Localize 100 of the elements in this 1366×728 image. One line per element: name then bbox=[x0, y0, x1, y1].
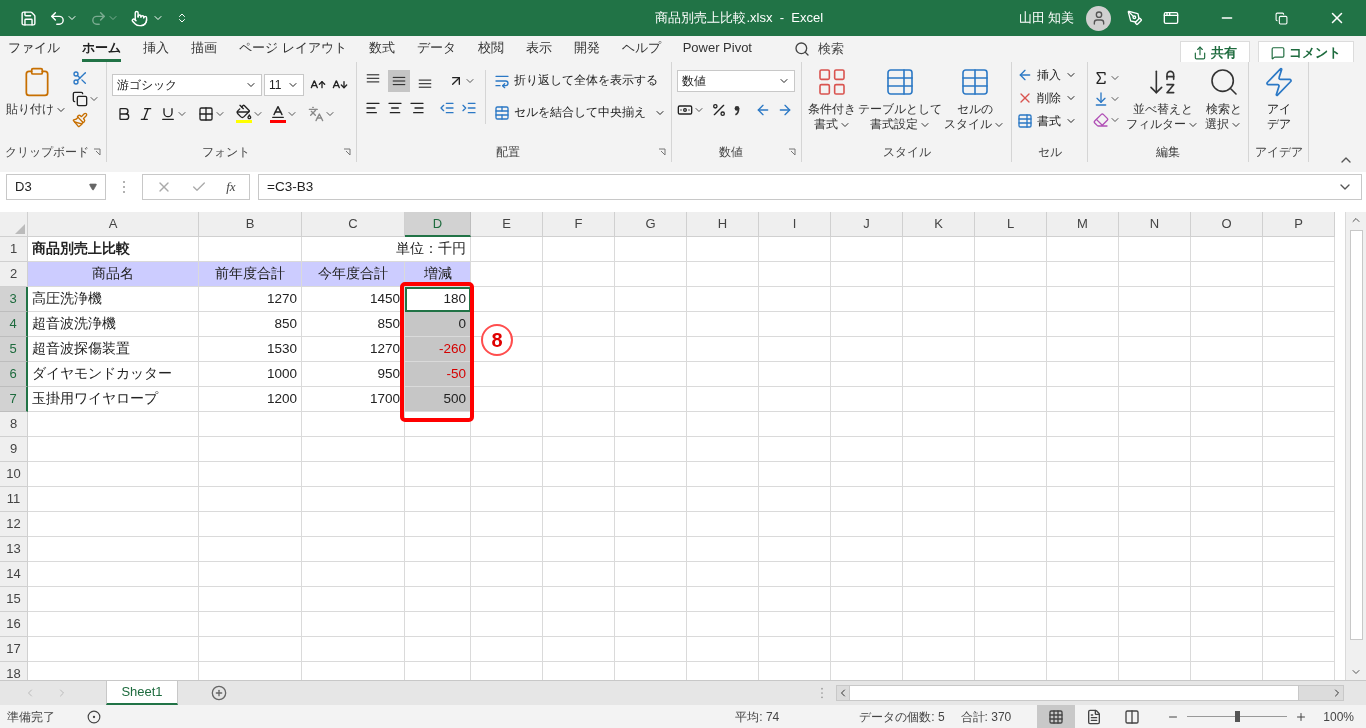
table-cell[interactable] bbox=[975, 337, 1047, 362]
share-button[interactable]: 共有 bbox=[1180, 41, 1250, 65]
table-cell[interactable] bbox=[975, 637, 1047, 662]
ribbon-tab[interactable]: 描画 bbox=[191, 36, 217, 62]
table-cell[interactable] bbox=[975, 312, 1047, 337]
table-cell[interactable] bbox=[28, 512, 199, 537]
table-cell[interactable] bbox=[1263, 512, 1335, 537]
table-cell[interactable] bbox=[687, 512, 759, 537]
table-cell[interactable] bbox=[1191, 537, 1263, 562]
table-cell[interactable] bbox=[903, 312, 975, 337]
table-cell[interactable] bbox=[1191, 462, 1263, 487]
table-cell[interactable] bbox=[903, 512, 975, 537]
row-header[interactable]: 14 bbox=[0, 562, 28, 587]
table-cell[interactable] bbox=[615, 562, 687, 587]
table-cell[interactable] bbox=[687, 437, 759, 462]
table-cell[interactable] bbox=[1191, 237, 1263, 262]
ribbon-tab[interactable]: Power Pivot bbox=[682, 36, 752, 62]
table-cell[interactable] bbox=[615, 337, 687, 362]
table-cell[interactable] bbox=[975, 587, 1047, 612]
currency-icon[interactable] bbox=[677, 102, 693, 118]
comma-style-icon[interactable] bbox=[733, 103, 741, 117]
table-cell[interactable] bbox=[1119, 412, 1191, 437]
table-cell[interactable] bbox=[1263, 537, 1335, 562]
fill-color-icon[interactable] bbox=[236, 104, 252, 123]
row-header[interactable]: 2 bbox=[0, 262, 28, 287]
table-cell[interactable] bbox=[975, 287, 1047, 312]
table-cell[interactable] bbox=[831, 362, 903, 387]
table-cell[interactable] bbox=[471, 262, 543, 287]
column-header[interactable]: K bbox=[903, 212, 975, 237]
table-cell[interactable] bbox=[687, 537, 759, 562]
add-sheet-icon[interactable] bbox=[211, 685, 227, 701]
dialog-launcher-icon[interactable] bbox=[93, 148, 101, 156]
table-cell[interactable] bbox=[759, 312, 831, 337]
splitter-icon[interactable] bbox=[820, 687, 824, 699]
table-cell[interactable] bbox=[1263, 337, 1335, 362]
ideas-button[interactable]: アイ デア bbox=[1254, 66, 1303, 132]
table-cell[interactable] bbox=[615, 412, 687, 437]
table-cell[interactable] bbox=[687, 287, 759, 312]
table-cell[interactable] bbox=[615, 437, 687, 462]
table-cell[interactable] bbox=[199, 612, 302, 637]
style-button[interactable]: セルの スタイル bbox=[943, 66, 1006, 132]
column-header[interactable]: G bbox=[615, 212, 687, 237]
wrap-text-button[interactable]: 折り返して全体を表示する bbox=[494, 70, 666, 92]
table-cell[interactable] bbox=[28, 562, 199, 587]
table-cell[interactable] bbox=[1047, 637, 1119, 662]
table-cell[interactable] bbox=[831, 537, 903, 562]
column-header[interactable]: O bbox=[1191, 212, 1263, 237]
table-cell[interactable] bbox=[405, 537, 471, 562]
table-cell[interactable] bbox=[543, 562, 615, 587]
table-cell[interactable] bbox=[1119, 237, 1191, 262]
table-cell[interactable] bbox=[831, 487, 903, 512]
table-cell[interactable] bbox=[1119, 437, 1191, 462]
table-cell[interactable] bbox=[975, 537, 1047, 562]
row-header[interactable]: 1 bbox=[0, 237, 28, 262]
table-cell[interactable] bbox=[687, 312, 759, 337]
table-cell[interactable] bbox=[543, 637, 615, 662]
scroll-thumb[interactable] bbox=[849, 686, 1299, 700]
table-cell[interactable] bbox=[687, 637, 759, 662]
table-cell[interactable] bbox=[615, 312, 687, 337]
table-cell[interactable] bbox=[831, 612, 903, 637]
table-cell[interactable] bbox=[1047, 487, 1119, 512]
table-cell[interactable] bbox=[687, 462, 759, 487]
table-cell[interactable] bbox=[759, 437, 831, 462]
table-cell[interactable] bbox=[759, 237, 831, 262]
drag-handle-icon[interactable] bbox=[122, 180, 126, 194]
table-cell[interactable] bbox=[471, 587, 543, 612]
table-cell[interactable] bbox=[903, 287, 975, 312]
table-cell[interactable] bbox=[302, 412, 405, 437]
table-cell[interactable] bbox=[1191, 412, 1263, 437]
table-cell[interactable] bbox=[831, 512, 903, 537]
table-cell[interactable] bbox=[1263, 462, 1335, 487]
merge-center-button[interactable]: セルを結合して中央揃え bbox=[494, 102, 666, 124]
column-header[interactable]: E bbox=[471, 212, 543, 237]
table-cell[interactable] bbox=[1047, 412, 1119, 437]
table-cell[interactable] bbox=[1263, 587, 1335, 612]
table-cell[interactable] bbox=[199, 437, 302, 462]
table-cell[interactable] bbox=[615, 462, 687, 487]
table-cell[interactable] bbox=[1119, 287, 1191, 312]
table-cell[interactable] bbox=[1263, 412, 1335, 437]
table-cell[interactable] bbox=[1119, 362, 1191, 387]
vertical-align-icon[interactable] bbox=[388, 70, 410, 92]
table-cell[interactable] bbox=[975, 412, 1047, 437]
table-cell[interactable] bbox=[471, 637, 543, 662]
table-cell[interactable] bbox=[1047, 587, 1119, 612]
table-cell[interactable] bbox=[28, 437, 199, 462]
table-cell[interactable] bbox=[831, 437, 903, 462]
table-cell[interactable] bbox=[405, 587, 471, 612]
undo-icon[interactable] bbox=[49, 9, 66, 27]
avatar[interactable] bbox=[1086, 5, 1111, 31]
table-cell[interactable] bbox=[615, 587, 687, 612]
ribbon-tab[interactable]: データ bbox=[416, 36, 456, 62]
table-cell[interactable] bbox=[1119, 387, 1191, 412]
table-cell[interactable] bbox=[759, 612, 831, 637]
table-cell[interactable] bbox=[759, 537, 831, 562]
ribbon-tab[interactable]: 開発 bbox=[573, 36, 600, 62]
row-header[interactable]: 9 bbox=[0, 437, 28, 462]
table-cell[interactable] bbox=[471, 612, 543, 637]
table-cell[interactable] bbox=[1191, 512, 1263, 537]
table-cell[interactable] bbox=[471, 462, 543, 487]
table-cell[interactable] bbox=[975, 262, 1047, 287]
